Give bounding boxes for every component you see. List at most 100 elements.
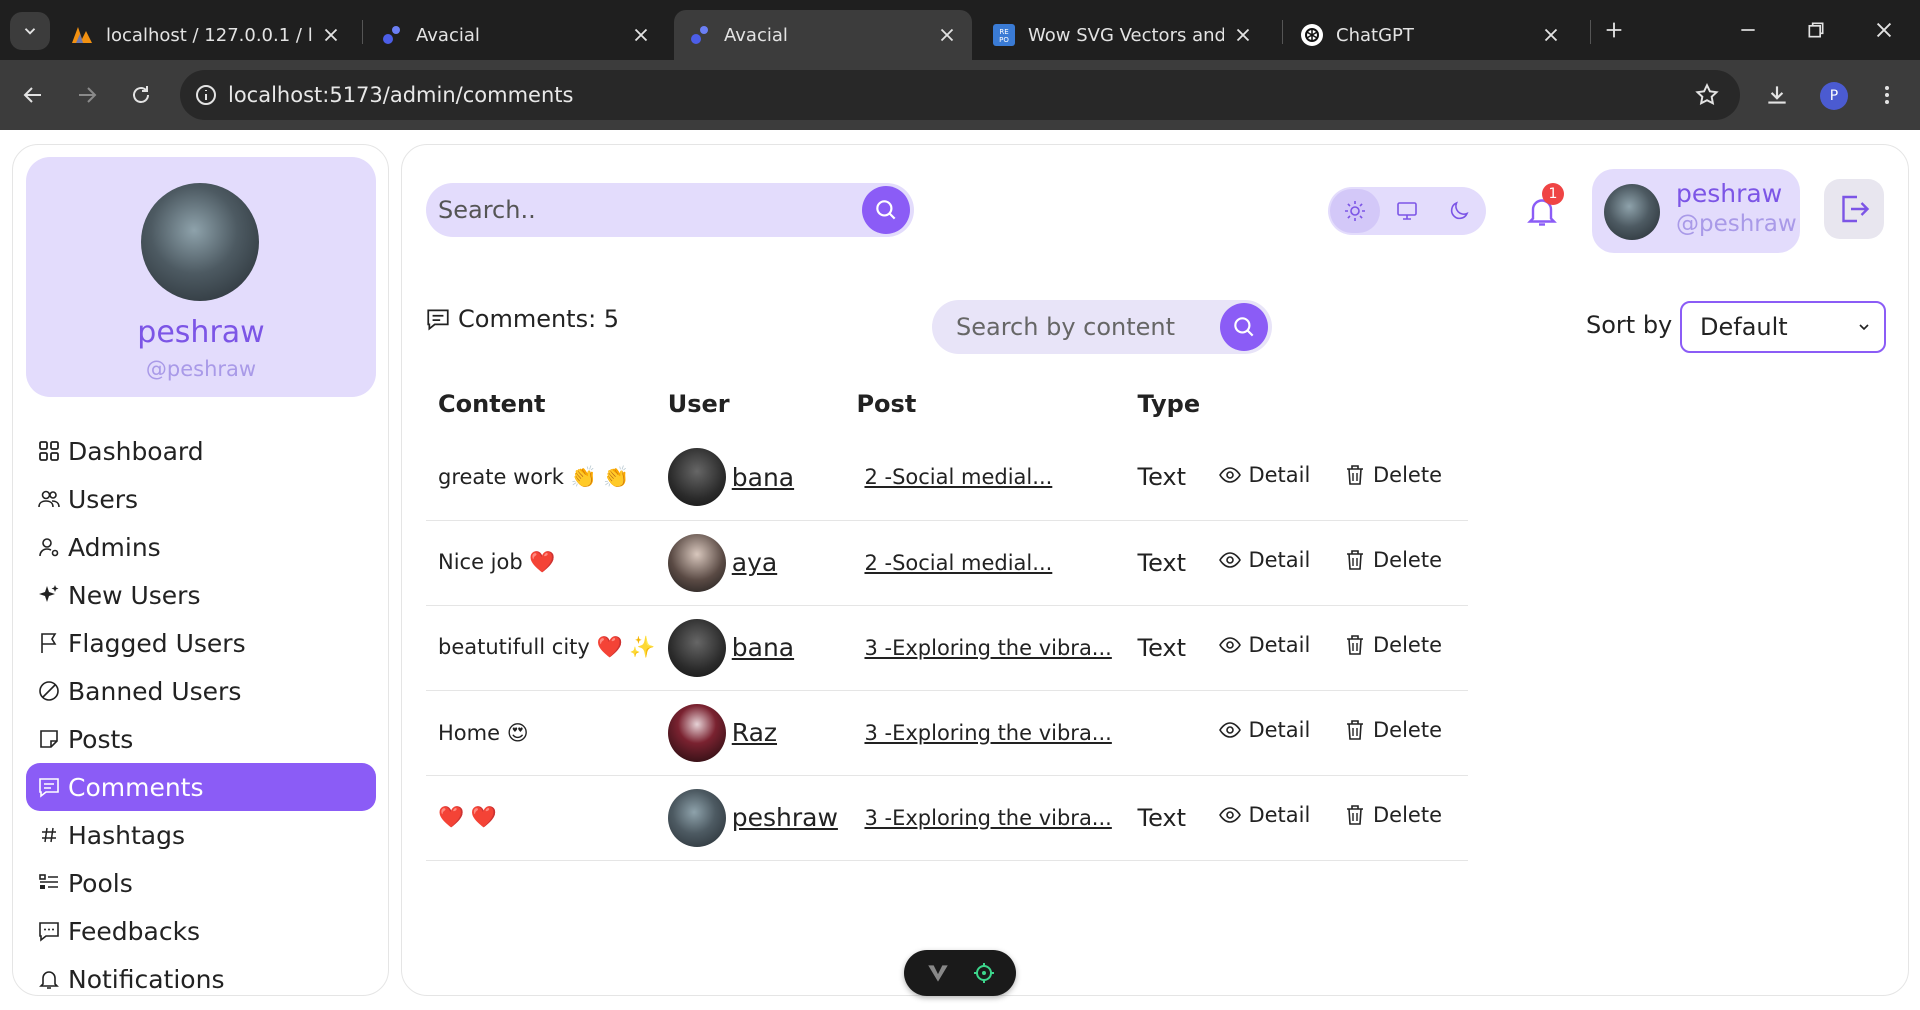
table-header-row: Content User Post Type	[426, 373, 1468, 435]
arrow-right-icon	[79, 87, 97, 103]
user-link[interactable]: aya	[732, 548, 777, 577]
comment-content: Nice job ❤️	[426, 520, 656, 606]
forward-button[interactable]	[66, 74, 108, 116]
sidebar-item-admins[interactable]: Admins	[26, 523, 376, 571]
bookmark-star-icon[interactable]	[1694, 82, 1720, 108]
svg-text:RE: RE	[999, 28, 1008, 36]
theme-switcher	[1328, 187, 1486, 235]
window-close-button[interactable]	[1862, 8, 1906, 52]
dark-theme-button[interactable]	[1434, 189, 1484, 233]
reload-button[interactable]	[120, 74, 162, 116]
user-link[interactable]: bana	[732, 463, 794, 492]
chevron-down-icon	[24, 28, 36, 35]
delete-button[interactable]: Delete	[1343, 803, 1442, 827]
delete-label: Delete	[1373, 718, 1442, 742]
delete-button[interactable]: Delete	[1343, 633, 1442, 657]
comment-search-input[interactable]: Search by content	[932, 300, 1272, 354]
tab-chatgpt[interactable]: ChatGPT	[1286, 10, 1576, 60]
tab-phpmyadmin[interactable]: localhost / 127.0.0.1 / lara	[56, 10, 356, 60]
sidebar-item-label: Pools	[68, 868, 133, 898]
vite-devtools-toolbar[interactable]	[904, 950, 1016, 996]
close-icon[interactable]	[936, 24, 958, 46]
trash-icon	[1343, 718, 1367, 742]
sidebar-item-hashtags[interactable]: Hashtags	[26, 811, 376, 859]
close-icon[interactable]	[1540, 24, 1562, 46]
post-link[interactable]: 3 -Exploring the vibra...	[864, 721, 1111, 745]
sidebar-item-label: Hashtags	[68, 820, 186, 850]
minimize-button[interactable]	[1726, 8, 1770, 52]
delete-label: Delete	[1373, 548, 1442, 572]
sidebar-item-flagged-users[interactable]: Flagged Users	[26, 619, 376, 667]
site-info-icon[interactable]	[194, 83, 218, 107]
user-profile-chip[interactable]: peshraw @peshraw	[1592, 169, 1800, 253]
global-search-input[interactable]: Search..	[426, 183, 914, 237]
sidebar-item-notifications[interactable]: Notifications	[26, 955, 376, 995]
system-theme-button[interactable]	[1382, 189, 1432, 233]
detail-label: Detail	[1248, 718, 1311, 742]
light-theme-button[interactable]	[1330, 189, 1380, 233]
detail-button[interactable]: Detail	[1218, 803, 1310, 827]
sidebar-item-label: Banned Users	[68, 676, 242, 706]
user-link[interactable]: Raz	[732, 718, 777, 747]
address-field[interactable]: localhost:5173/admin/comments	[180, 70, 1740, 120]
tab-search-button[interactable]	[10, 12, 50, 50]
post-link[interactable]: 3 -Exploring the vibra...	[864, 636, 1111, 660]
comment-search-placeholder: Search by content	[956, 313, 1176, 341]
tab-avacial-active[interactable]: Avacial	[674, 10, 972, 60]
table-row: ❤️ ❤️ peshraw 3 -Exploring the vibra... …	[426, 775, 1468, 861]
sort-select[interactable]: Default	[1680, 301, 1886, 353]
logout-button[interactable]	[1824, 179, 1884, 239]
avatar	[667, 448, 726, 507]
close-icon[interactable]	[320, 24, 342, 46]
sidebar-item-users[interactable]: Users	[26, 475, 376, 523]
close-icon[interactable]	[1232, 24, 1254, 46]
comment-search-button[interactable]	[1220, 303, 1268, 351]
user-link[interactable]: bana	[732, 633, 794, 662]
sidebar-item-new-users[interactable]: New Users	[26, 571, 376, 619]
detail-button[interactable]: Detail	[1218, 633, 1310, 657]
comment-type	[1125, 690, 1207, 776]
sidebar-item-pools[interactable]: Pools	[26, 859, 376, 907]
post-link[interactable]: 3 -Exploring the vibra...	[864, 806, 1111, 830]
column-header-actions	[1206, 373, 1468, 435]
delete-button[interactable]: Delete	[1343, 463, 1442, 487]
avacial-favicon-icon	[691, 26, 708, 44]
detail-label: Detail	[1248, 803, 1311, 827]
search-button[interactable]	[862, 186, 910, 234]
sidebar-item-posts[interactable]: Posts	[26, 715, 376, 763]
arrow-left-icon	[23, 87, 41, 103]
sidebar-item-feedbacks[interactable]: Feedbacks	[26, 907, 376, 955]
post-link[interactable]: 2 -Social medial...	[864, 465, 1052, 489]
comment-content: ❤️ ❤️	[426, 775, 656, 861]
crosshair-icon[interactable]	[972, 961, 996, 985]
sort-selected-value: Default	[1700, 313, 1788, 341]
post-link[interactable]: 2 -Social medial...	[864, 551, 1052, 575]
sidebar-profile-card[interactable]: peshraw @peshraw	[26, 157, 376, 397]
browser-menu-button[interactable]	[1866, 74, 1908, 116]
back-button[interactable]	[12, 74, 54, 116]
profile-avatar[interactable]: P	[1820, 82, 1848, 110]
avacial-favicon-icon	[383, 26, 400, 44]
tab-avacial-1[interactable]: Avacial	[366, 10, 666, 60]
sidebar-item-label: Feedbacks	[68, 916, 201, 946]
detail-button[interactable]: Detail	[1218, 548, 1310, 572]
sidebar-item-banned-users[interactable]: Banned Users	[26, 667, 376, 715]
detail-button[interactable]: Detail	[1218, 718, 1310, 742]
close-icon[interactable]	[630, 24, 652, 46]
sidebar-item-dashboard[interactable]: Dashboard	[26, 427, 376, 475]
delete-button[interactable]: Delete	[1343, 718, 1442, 742]
profile-handle: @peshraw	[145, 357, 257, 381]
sidebar-item-comments[interactable]: Comments	[26, 763, 376, 811]
downloads-button[interactable]	[1756, 74, 1798, 116]
new-tab-button[interactable]	[1592, 8, 1636, 52]
tab-wow-svg[interactable]: REPO Wow SVG Vectors and Icc	[978, 10, 1268, 60]
user-link[interactable]: peshraw	[732, 803, 838, 832]
restore-button[interactable]	[1794, 8, 1838, 52]
eye-icon	[1218, 548, 1242, 572]
monitor-icon	[1397, 202, 1417, 220]
delete-button[interactable]: Delete	[1343, 548, 1442, 572]
chatgpt-favicon-icon	[1301, 24, 1323, 46]
vue-devtools-icon[interactable]	[925, 960, 951, 986]
plus-icon	[1606, 22, 1622, 38]
detail-button[interactable]: Detail	[1218, 463, 1310, 487]
